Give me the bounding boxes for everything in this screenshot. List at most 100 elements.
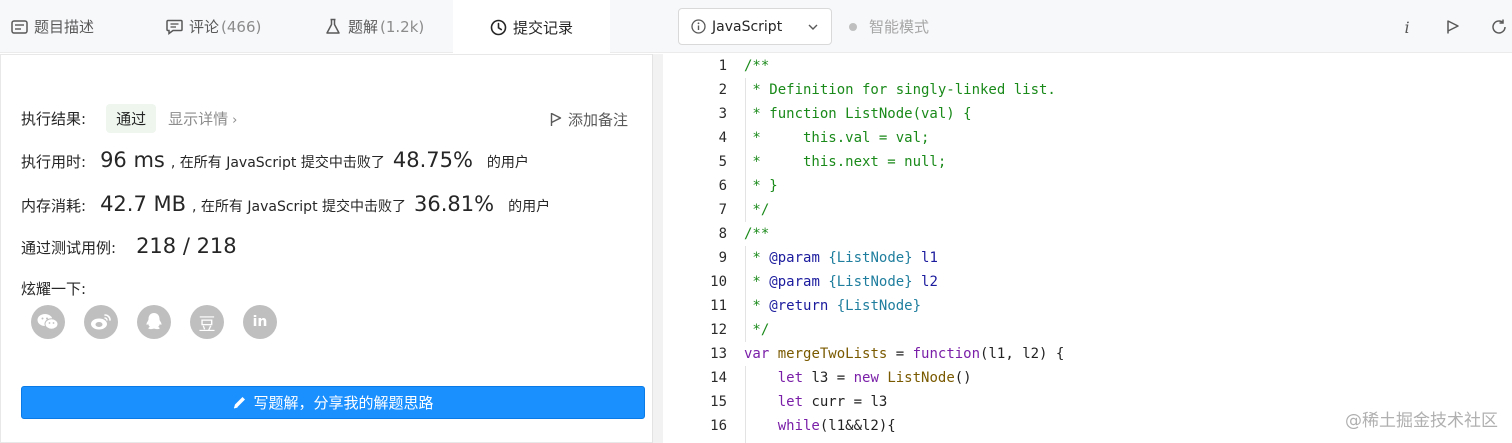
linkedin-glyph: in [252, 314, 268, 330]
language-select[interactable]: JavaScript [678, 8, 832, 45]
runtime-text: , 在所有 JavaScript 提交中击败了 [170, 155, 385, 171]
line-number: 5 [718, 154, 727, 170]
share-label: 炫耀一下: [21, 280, 87, 298]
code-token: = [887, 346, 913, 362]
code-token: ListNode [878, 370, 955, 386]
code-line: * @param {ListNode} l1 [744, 246, 1064, 270]
weibo-icon[interactable] [84, 305, 118, 339]
description-icon [10, 18, 28, 36]
code-token: l3 = [803, 370, 854, 386]
line-number: 7 [718, 202, 727, 218]
panel-splitter[interactable] [652, 54, 663, 443]
add-note-button[interactable]: 添加备注 [550, 109, 628, 130]
code-token: mergeTwoLists [769, 346, 888, 362]
line-number: 15 [710, 394, 727, 410]
language-value: JavaScript [712, 18, 783, 35]
line-number: 1 [718, 58, 727, 74]
code-token: function [912, 346, 981, 362]
code-token: l2 [912, 274, 938, 290]
runtime-suffix: 的用户 [486, 155, 529, 171]
line-number: 2 [718, 82, 727, 98]
code-line: var mergeTwoLists = function(l1, l2) { [744, 342, 1064, 366]
chevron-down-icon [807, 21, 819, 37]
chevron-right-icon: › [232, 113, 238, 128]
code-line: let curr = l3 [744, 390, 1064, 414]
run-icon[interactable] [1443, 17, 1463, 37]
code-token: let [744, 370, 804, 386]
tab-submissions[interactable]: 提交记录 [453, 0, 610, 54]
tests-label: 通过测试用例: [21, 239, 117, 257]
runtime-percent: 48.75% [392, 148, 473, 172]
code-token: @param [769, 274, 820, 290]
tab-solutions[interactable]: 题解 (1.2k) [324, 0, 424, 53]
code-editor[interactable]: 1 2 3 4 5 6 7 8 9 10 11 12 13 14 15 16 /… [663, 54, 1512, 443]
smart-mode-label: 智能模式 [869, 18, 930, 36]
write-solution-label: 写题解，分享我的解题思路 [253, 394, 434, 412]
code-token: () [954, 370, 972, 386]
code-token: {ListNode} [828, 274, 913, 290]
wechat-icon[interactable] [31, 305, 65, 339]
code-token: {ListNode} [828, 250, 913, 266]
tab-description-label: 题目描述 [34, 18, 95, 36]
douban-glyph: 豆 [198, 314, 216, 335]
tests-value: 218 / 218 [136, 234, 237, 258]
code-line: * @param {ListNode} l2 [744, 270, 1064, 294]
line-number: 3 [718, 106, 727, 122]
smart-mode-toggle[interactable]: 智能模式 [849, 0, 929, 53]
line-number: 4 [718, 130, 727, 146]
code-line: */ [744, 202, 770, 218]
line-number: 12 [710, 322, 727, 338]
memory-value: 42.7 MB [100, 192, 187, 216]
tab-submissions-label: 提交记录 [513, 18, 574, 37]
code-token: var [744, 346, 770, 362]
code-token: @return [769, 298, 829, 314]
code-line: * this.val = val; [744, 130, 930, 146]
code-lines: /** * Definition for singly-linked list.… [744, 54, 1064, 438]
code-line: */ [744, 322, 770, 338]
runtime-value: 96 ms [100, 148, 165, 172]
qq-icon[interactable] [137, 305, 171, 339]
info-circle-icon [691, 19, 706, 34]
tab-description[interactable]: 题目描述 [10, 0, 94, 53]
tab-comments-count: (466) [221, 17, 262, 36]
info-icon[interactable]: i [1397, 17, 1417, 37]
line-number: 6 [718, 178, 727, 194]
code-token: curr = l3 [803, 394, 888, 410]
line-number: 14 [710, 370, 727, 386]
code-token: @param [769, 250, 820, 266]
runtime-label: 执行用时: [21, 153, 87, 171]
reset-icon[interactable] [1489, 17, 1509, 37]
write-solution-button[interactable]: 写题解，分享我的解题思路 [21, 386, 645, 419]
code-line: /** [744, 226, 770, 242]
flag-icon [550, 112, 562, 127]
code-line: while(l1&&l2){ [744, 414, 1064, 438]
editor-toolbar: JavaScript 智能模式 i [663, 0, 1512, 53]
flask-icon [324, 18, 342, 36]
code-token: * [744, 250, 770, 266]
line-number: 11 [710, 298, 727, 314]
line-number: 16 [710, 418, 727, 434]
code-token: {ListNode} [836, 298, 922, 314]
douban-icon[interactable]: 豆 [190, 305, 224, 339]
linkedin-icon[interactable]: in [243, 305, 277, 339]
code-line: * this.next = null; [744, 154, 947, 170]
comment-icon [165, 18, 183, 36]
code-line: * @return {ListNode} [744, 294, 1064, 318]
line-number-gutter: 1 2 3 4 5 6 7 8 9 10 11 12 13 14 15 16 [663, 54, 733, 438]
line-number: 13 [710, 346, 727, 362]
code-token: * [744, 298, 770, 314]
code-line: /** [744, 58, 770, 74]
code-token: (l1, l2) { [980, 346, 1065, 362]
tab-comments[interactable]: 评论 (466) [165, 0, 261, 53]
code-token: l1 [912, 250, 938, 266]
memory-suffix: 的用户 [508, 199, 551, 215]
line-number: 8 [718, 226, 727, 242]
show-details-link[interactable]: 显示详情 › [168, 108, 237, 129]
tests-row: 通过测试用例: 218 / 218 [21, 234, 243, 258]
code-token: let [744, 394, 804, 410]
tab-comments-label: 评论 [189, 18, 220, 36]
share-row: 炫耀一下: [21, 278, 86, 299]
status-badge: 通过 [106, 104, 157, 133]
memory-text: , 在所有 JavaScript 提交中击败了 [192, 199, 407, 215]
